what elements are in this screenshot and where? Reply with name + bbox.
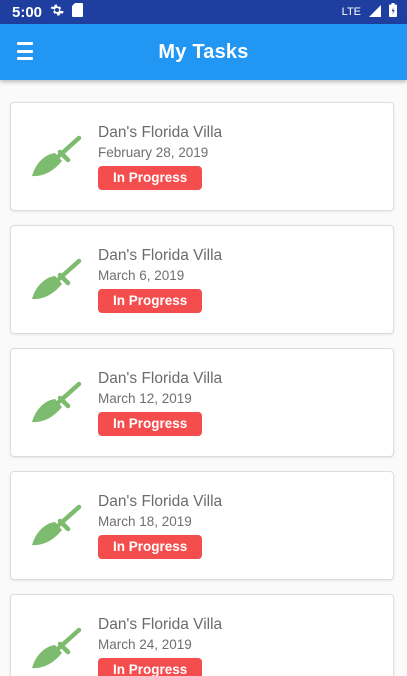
broom-icon: [32, 504, 82, 545]
broom-icon: [32, 258, 82, 299]
gear-icon: [50, 3, 64, 21]
broom-icon: [32, 627, 82, 668]
task-list[interactable]: Dan's Florida Villa February 28, 2019 In…: [0, 80, 407, 676]
task-name: Dan's Florida Villa: [98, 124, 223, 141]
task-info: Dan's Florida Villa March 12, 2019 In Pr…: [98, 369, 222, 436]
app-bar: My Tasks: [0, 24, 407, 80]
network-type: LTE: [341, 6, 361, 18]
status-left: 5:00: [12, 3, 84, 21]
task-card[interactable]: Dan's Florida Villa March 6, 2019 In Pro…: [10, 225, 394, 334]
task-name: Dan's Florida Villa: [98, 247, 223, 264]
broom-icon: [32, 135, 82, 176]
task-date: February 28, 2019: [98, 145, 209, 160]
status-bar: 5:00 LTE: [0, 0, 407, 24]
task-name: Dan's Florida Villa: [98, 616, 223, 633]
battery-icon: [389, 3, 397, 21]
status-badge: In Progress: [98, 412, 203, 436]
task-card[interactable]: Dan's Florida Villa March 18, 2019 In Pr…: [10, 471, 394, 580]
task-card[interactable]: Dan's Florida Villa March 24, 2019 In Pr…: [10, 594, 394, 676]
broom-icon: [32, 381, 82, 422]
status-right: LTE: [342, 3, 397, 21]
task-date: March 6, 2019: [98, 268, 185, 283]
task-info: Dan's Florida Villa February 28, 2019 In…: [98, 123, 222, 190]
task-date: March 24, 2019: [98, 637, 192, 652]
task-info: Dan's Florida Villa March 6, 2019 In Pro…: [98, 246, 222, 313]
task-name: Dan's Florida Villa: [98, 370, 223, 387]
page-title: My Tasks: [158, 40, 249, 63]
task-card[interactable]: Dan's Florida Villa March 12, 2019 In Pr…: [10, 348, 394, 457]
task-info: Dan's Florida Villa March 24, 2019 In Pr…: [98, 615, 222, 676]
task-name: Dan's Florida Villa: [98, 493, 223, 510]
status-badge: In Progress: [98, 289, 203, 313]
signal-icon: [369, 4, 381, 21]
task-card[interactable]: Dan's Florida Villa February 28, 2019 In…: [10, 102, 394, 211]
status-badge: In Progress: [98, 535, 203, 559]
task-date: March 18, 2019: [98, 514, 192, 529]
status-badge: In Progress: [98, 658, 203, 676]
task-date: March 12, 2019: [98, 391, 192, 406]
phone-screen: 5:00 LTE My Tasks Dan's Florida Villa Fe…: [0, 0, 407, 676]
hamburger-menu-icon[interactable]: [17, 42, 37, 60]
task-info: Dan's Florida Villa March 18, 2019 In Pr…: [98, 492, 222, 559]
status-badge: In Progress: [98, 166, 203, 190]
sd-card-icon: [72, 3, 84, 21]
status-time: 5:00: [12, 3, 43, 21]
